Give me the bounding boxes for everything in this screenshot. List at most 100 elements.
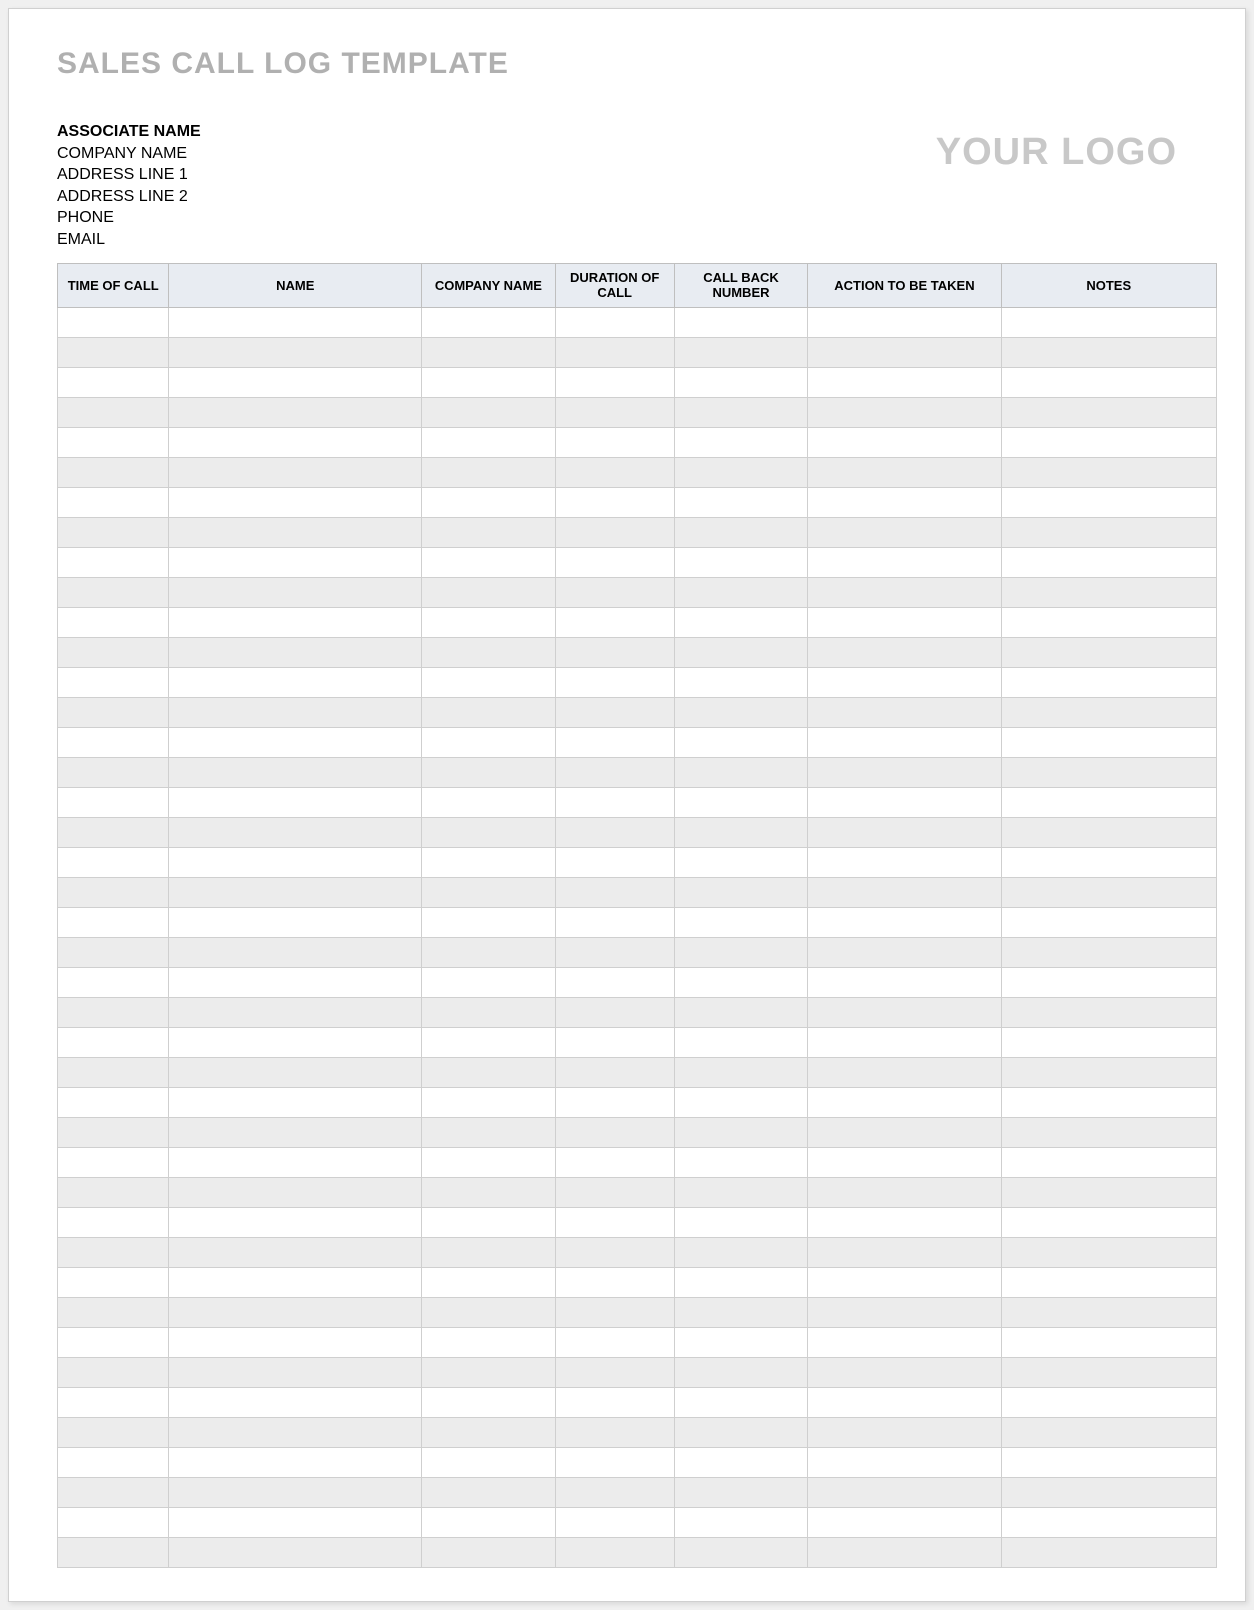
table-cell[interactable] [674, 1207, 808, 1237]
table-cell[interactable] [169, 937, 422, 967]
table-cell[interactable] [674, 1057, 808, 1087]
table-cell[interactable] [808, 637, 1001, 667]
table-cell[interactable] [674, 1117, 808, 1147]
table-cell[interactable] [422, 1237, 556, 1267]
table-cell[interactable] [169, 1057, 422, 1087]
table-cell[interactable] [674, 1267, 808, 1297]
table-cell[interactable] [1001, 1057, 1217, 1087]
table-cell[interactable] [169, 1177, 422, 1207]
table-cell[interactable] [422, 457, 556, 487]
table-cell[interactable] [1001, 697, 1217, 727]
table-cell[interactable] [422, 307, 556, 337]
table-cell[interactable] [674, 457, 808, 487]
table-cell[interactable] [555, 697, 674, 727]
table-cell[interactable] [58, 1057, 169, 1087]
table-cell[interactable] [58, 1507, 169, 1537]
table-cell[interactable] [555, 1267, 674, 1297]
table-cell[interactable] [1001, 1297, 1217, 1327]
table-cell[interactable] [808, 967, 1001, 997]
table-cell[interactable] [169, 877, 422, 907]
table-cell[interactable] [808, 937, 1001, 967]
table-cell[interactable] [808, 817, 1001, 847]
table-cell[interactable] [169, 667, 422, 697]
table-cell[interactable] [58, 847, 169, 877]
table-cell[interactable] [58, 577, 169, 607]
table-cell[interactable] [169, 1327, 422, 1357]
table-cell[interactable] [1001, 877, 1217, 907]
table-cell[interactable] [169, 1087, 422, 1117]
table-cell[interactable] [555, 1057, 674, 1087]
table-cell[interactable] [555, 1087, 674, 1117]
table-cell[interactable] [1001, 1387, 1217, 1417]
table-cell[interactable] [555, 727, 674, 757]
table-cell[interactable] [422, 367, 556, 397]
table-cell[interactable] [674, 937, 808, 967]
table-cell[interactable] [1001, 757, 1217, 787]
table-cell[interactable] [1001, 667, 1217, 697]
table-cell[interactable] [1001, 1447, 1217, 1477]
table-cell[interactable] [555, 877, 674, 907]
table-cell[interactable] [555, 667, 674, 697]
table-cell[interactable] [555, 427, 674, 457]
table-cell[interactable] [808, 547, 1001, 577]
table-cell[interactable] [555, 1027, 674, 1057]
table-cell[interactable] [674, 1507, 808, 1537]
table-cell[interactable] [422, 1117, 556, 1147]
table-cell[interactable] [555, 547, 674, 577]
table-cell[interactable] [422, 727, 556, 757]
table-cell[interactable] [169, 1147, 422, 1177]
table-cell[interactable] [169, 367, 422, 397]
table-cell[interactable] [58, 487, 169, 517]
table-cell[interactable] [58, 1147, 169, 1177]
table-cell[interactable] [58, 547, 169, 577]
table-cell[interactable] [58, 967, 169, 997]
table-cell[interactable] [422, 997, 556, 1027]
table-cell[interactable] [808, 1447, 1001, 1477]
table-cell[interactable] [674, 817, 808, 847]
table-cell[interactable] [555, 1327, 674, 1357]
table-cell[interactable] [1001, 1327, 1217, 1357]
table-cell[interactable] [169, 307, 422, 337]
table-cell[interactable] [1001, 1207, 1217, 1237]
table-cell[interactable] [1001, 787, 1217, 817]
table-cell[interactable] [1001, 457, 1217, 487]
table-cell[interactable] [58, 1027, 169, 1057]
table-cell[interactable] [58, 1207, 169, 1237]
table-cell[interactable] [1001, 427, 1217, 457]
table-cell[interactable] [422, 1297, 556, 1327]
table-cell[interactable] [58, 1417, 169, 1447]
table-cell[interactable] [169, 697, 422, 727]
table-cell[interactable] [674, 487, 808, 517]
table-cell[interactable] [58, 817, 169, 847]
table-cell[interactable] [674, 907, 808, 937]
table-cell[interactable] [58, 457, 169, 487]
table-cell[interactable] [169, 337, 422, 367]
table-cell[interactable] [555, 517, 674, 547]
table-cell[interactable] [422, 427, 556, 457]
table-cell[interactable] [808, 997, 1001, 1027]
table-cell[interactable] [58, 397, 169, 427]
table-cell[interactable] [1001, 607, 1217, 637]
table-cell[interactable] [808, 727, 1001, 757]
table-cell[interactable] [58, 1267, 169, 1297]
table-cell[interactable] [422, 757, 556, 787]
table-cell[interactable] [422, 1327, 556, 1357]
table-cell[interactable] [169, 1447, 422, 1477]
table-cell[interactable] [169, 397, 422, 427]
table-cell[interactable] [169, 1267, 422, 1297]
table-cell[interactable] [1001, 1027, 1217, 1057]
table-cell[interactable] [169, 457, 422, 487]
table-cell[interactable] [422, 1387, 556, 1417]
table-cell[interactable] [422, 877, 556, 907]
table-cell[interactable] [555, 1117, 674, 1147]
table-cell[interactable] [1001, 637, 1217, 667]
table-cell[interactable] [808, 337, 1001, 367]
table-cell[interactable] [58, 1177, 169, 1207]
table-cell[interactable] [808, 1417, 1001, 1447]
table-cell[interactable] [169, 907, 422, 937]
table-cell[interactable] [422, 787, 556, 817]
table-cell[interactable] [555, 847, 674, 877]
table-cell[interactable] [1001, 997, 1217, 1027]
table-cell[interactable] [808, 1027, 1001, 1057]
table-cell[interactable] [58, 757, 169, 787]
